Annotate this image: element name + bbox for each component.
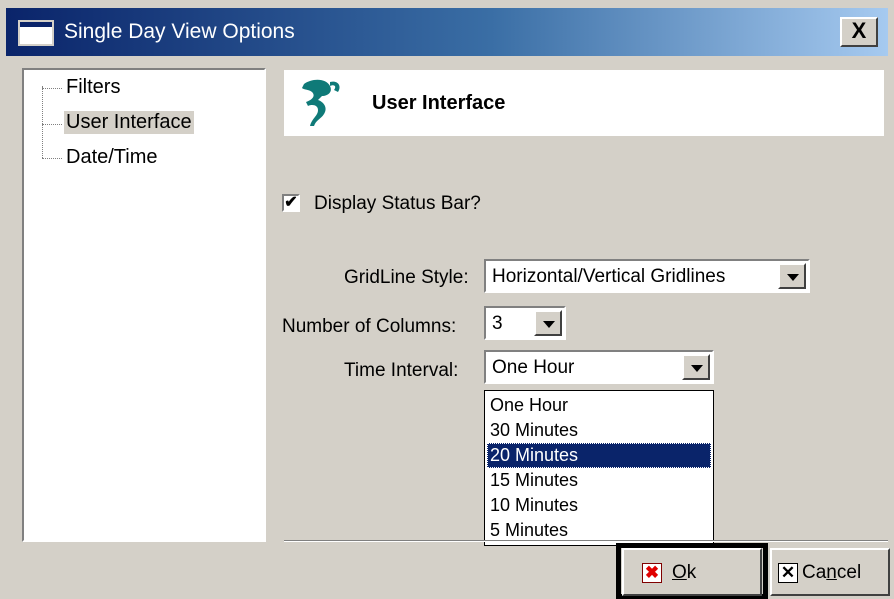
- cancel-x-icon: ✕: [778, 563, 798, 583]
- close-button[interactable]: X: [840, 17, 878, 47]
- gridline-style-label: GridLine Style:: [344, 267, 469, 288]
- kokopelli-logo-icon: [302, 79, 340, 126]
- number-of-columns-label: Number of Columns:: [282, 316, 457, 337]
- tree-item-date-time[interactable]: Date/Time: [64, 146, 160, 169]
- option-20-minutes[interactable]: 20 Minutes: [487, 443, 711, 468]
- tree-branch: [42, 124, 62, 125]
- options-dialog: Single Day View Options X Filters User I…: [0, 0, 894, 599]
- cancel-label-pre: Ca: [802, 562, 827, 583]
- ok-accelerator: O: [672, 562, 687, 583]
- section-title: User Interface: [372, 92, 506, 114]
- option-15-minutes[interactable]: 15 Minutes: [487, 468, 711, 493]
- window-icon: [18, 20, 54, 46]
- status-bar-label: Display Status Bar?: [314, 193, 481, 214]
- number-of-columns-select[interactable]: 3: [484, 306, 566, 340]
- number-of-columns-value: 3: [492, 313, 503, 334]
- tree-branch: [42, 158, 62, 159]
- tree-branch: [42, 88, 62, 89]
- time-interval-label: Time Interval:: [344, 360, 459, 381]
- ok-label-rest: k: [686, 562, 697, 583]
- option-one-hour[interactable]: One Hour: [487, 393, 711, 418]
- gridline-style-select[interactable]: Horizontal/Vertical Gridlines: [484, 259, 810, 293]
- columns-dropdown-button[interactable]: [534, 310, 562, 336]
- cancel-label: Cancel: [802, 562, 861, 584]
- gridline-style-value: Horizontal/Vertical Gridlines: [492, 266, 726, 287]
- time-interval-select[interactable]: One Hour: [484, 350, 714, 384]
- cancel-accelerator: n: [826, 562, 837, 583]
- tree-connector: [42, 86, 43, 158]
- time-interval-value: One Hour: [492, 357, 575, 378]
- gridline-dropdown-button[interactable]: [778, 263, 806, 289]
- title-bar[interactable]: Single Day View Options X: [6, 8, 888, 56]
- options-tree: Filters User Interface Date/Time: [22, 68, 266, 542]
- status-bar-checkbox[interactable]: ✔: [282, 194, 300, 212]
- time-interval-dropdown-list: One Hour 30 Minutes 20 Minutes 15 Minute…: [484, 390, 714, 546]
- time-interval-dropdown-button[interactable]: [682, 354, 710, 380]
- ok-cross-icon: ✖: [642, 563, 662, 583]
- ok-button[interactable]: ✖ Ok: [622, 548, 762, 596]
- cancel-label-rest: cel: [836, 562, 862, 583]
- option-10-minutes[interactable]: 10 Minutes: [487, 493, 711, 518]
- section-header: User Interface: [284, 70, 884, 136]
- option-30-minutes[interactable]: 30 Minutes: [487, 418, 711, 443]
- tree-item-filters[interactable]: Filters: [64, 76, 122, 99]
- button-separator: [284, 540, 888, 542]
- cancel-button[interactable]: ✕ Cancel: [770, 548, 890, 596]
- window-title: Single Day View Options: [64, 20, 295, 43]
- ok-label: Ok: [672, 562, 696, 584]
- tree-item-user-interface[interactable]: User Interface: [64, 111, 194, 134]
